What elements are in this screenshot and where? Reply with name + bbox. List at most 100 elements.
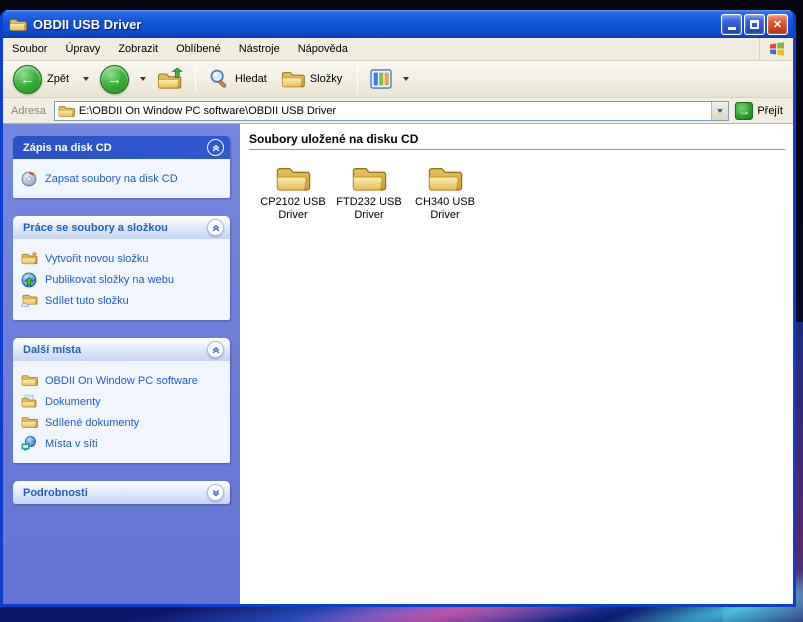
up-button[interactable] [153, 65, 187, 93]
folder-tile-ch340[interactable]: CH340 USB Driver [407, 164, 483, 222]
place-documents[interactable]: Dokumenty [21, 391, 224, 412]
address-folder-icon [58, 104, 75, 118]
folder-label: CH340 USB Driver [407, 196, 483, 222]
network-places-icon [21, 436, 38, 451]
task-label: Zapsat soubory na disk CD [45, 173, 178, 185]
navigation-toolbar: ← Zpět → Hledat [3, 61, 793, 98]
chevron-down-icon[interactable] [207, 484, 224, 501]
folder-tiles: CP2102 USB Driver FTD232 USB Driver CH34… [249, 164, 785, 222]
pane-title: Zápis na disk CD [23, 142, 112, 154]
place-label: Místa v síti [45, 438, 98, 450]
address-label: Adresa [7, 105, 54, 117]
folders-label: Složky [310, 73, 342, 85]
minimize-button[interactable] [721, 14, 742, 35]
go-button[interactable]: → Přejít [729, 102, 789, 120]
windows-logo-icon [759, 38, 793, 60]
views-dropdown-icon[interactable] [403, 77, 409, 81]
share-folder-icon [21, 293, 38, 308]
forward-dropdown-icon[interactable] [140, 77, 146, 81]
pane-title: Práce se soubory a složkou [23, 222, 168, 234]
place-shared-documents[interactable]: Sdílené dokumenty [21, 412, 224, 433]
toolbar-separator-2 [357, 65, 358, 93]
menu-bar: Soubor Úpravy Zobrazit Oblíbené Nástroje… [3, 38, 793, 61]
task-label: Sdílet tuto složku [45, 295, 129, 307]
group-divider [249, 149, 785, 150]
maximize-button[interactable] [744, 14, 765, 35]
address-bar: Adresa → Přejít [3, 98, 793, 124]
views-icon [370, 69, 392, 89]
window-title: OBDII USB Driver [33, 17, 721, 32]
place-network[interactable]: Místa v síti [21, 433, 224, 454]
go-label: Přejít [757, 105, 783, 117]
menu-napoveda[interactable]: Nápověda [289, 39, 357, 59]
pane-header-other-places[interactable]: Další místa [13, 338, 230, 361]
documents-icon [21, 394, 38, 409]
folder-icon [21, 373, 38, 388]
menu-zobrazit[interactable]: Zobrazit [109, 39, 167, 59]
place-parent-folder[interactable]: OBDII On Window PC software [21, 370, 224, 391]
minimize-icon [728, 27, 736, 30]
menu-upravy[interactable]: Úpravy [56, 39, 109, 59]
folder-icon [427, 164, 463, 193]
publish-web-icon [21, 272, 38, 287]
menu-oblibene[interactable]: Oblíbené [167, 39, 230, 59]
cd-burn-icon [21, 171, 38, 186]
back-button[interactable]: ← Zpět [9, 63, 76, 96]
maximize-icon [750, 20, 759, 29]
pane-cd-write: Zápis na disk CD [13, 136, 230, 198]
search-icon [208, 68, 230, 90]
go-arrow-icon: → [735, 102, 753, 120]
pane-file-tasks: Práce se soubory a složkou [13, 216, 230, 320]
title-bar[interactable]: OBDII USB Driver ✕ [3, 10, 793, 38]
task-share-folder[interactable]: Sdílet tuto složku [21, 290, 224, 311]
chevron-up-icon[interactable] [207, 219, 224, 236]
file-list-area[interactable]: Soubory uložené na disku CD CP2102 USB D… [240, 124, 793, 604]
folder-icon [21, 415, 38, 430]
forward-button[interactable]: → [96, 63, 133, 96]
chevron-up-icon[interactable] [207, 139, 224, 156]
pane-header-file-tasks[interactable]: Práce se soubory a složkou [13, 216, 230, 239]
pane-header-cd-write[interactable]: Zápis na disk CD [13, 136, 230, 159]
toolbar-separator [195, 65, 196, 93]
forward-icon: → [100, 65, 129, 94]
views-button[interactable] [366, 67, 396, 91]
folders-icon [281, 69, 305, 89]
pane-header-details[interactable]: Podrobnosti [13, 481, 230, 504]
folder-icon [275, 164, 311, 193]
folders-button[interactable]: Složky [277, 67, 349, 91]
place-label: Sdílené dokumenty [45, 417, 139, 429]
group-header: Soubory uložené na disku CD [249, 132, 785, 149]
chevron-down-icon [717, 109, 723, 113]
place-label: Dokumenty [45, 396, 101, 408]
explorer-window: OBDII USB Driver ✕ Soubor Úpravy Zobrazi… [0, 10, 796, 607]
place-label: OBDII On Window PC software [45, 375, 198, 387]
pane-body-other-places: OBDII On Window PC software Dokumenty [13, 361, 230, 463]
window-content: Zápis na disk CD [3, 124, 793, 604]
folder-up-icon [157, 67, 183, 91]
close-button[interactable]: ✕ [767, 14, 788, 35]
task-burn-cd[interactable]: Zapsat soubory na disk CD [21, 168, 224, 189]
window-folder-icon [9, 17, 27, 32]
address-combo[interactable] [54, 101, 729, 121]
task-sidebar: Zápis na disk CD [3, 124, 240, 604]
folder-icon [351, 164, 387, 193]
task-publish-web[interactable]: Publikovat složky na webu [21, 269, 224, 290]
menu-soubor[interactable]: Soubor [3, 39, 56, 59]
address-input[interactable] [79, 105, 711, 117]
address-dropdown-button[interactable] [711, 102, 728, 120]
search-button[interactable]: Hledat [204, 66, 274, 92]
back-label: Zpět [47, 73, 69, 85]
folder-tile-ftd232[interactable]: FTD232 USB Driver [331, 164, 407, 222]
pane-details: Podrobnosti [13, 481, 230, 504]
pane-title: Další místa [23, 344, 81, 356]
pane-body-file-tasks: Vytvořit novou složku Publikovat složky … [13, 239, 230, 320]
new-folder-icon [21, 251, 38, 266]
folder-label: CP2102 USB Driver [255, 196, 331, 222]
chevron-up-icon[interactable] [207, 341, 224, 358]
task-new-folder[interactable]: Vytvořit novou složku [21, 248, 224, 269]
back-dropdown-icon[interactable] [83, 77, 89, 81]
menu-nastroje[interactable]: Nástroje [230, 39, 289, 59]
close-icon: ✕ [773, 18, 782, 31]
folder-tile-cp2102[interactable]: CP2102 USB Driver [255, 164, 331, 222]
task-label: Vytvořit novou složku [45, 253, 149, 265]
